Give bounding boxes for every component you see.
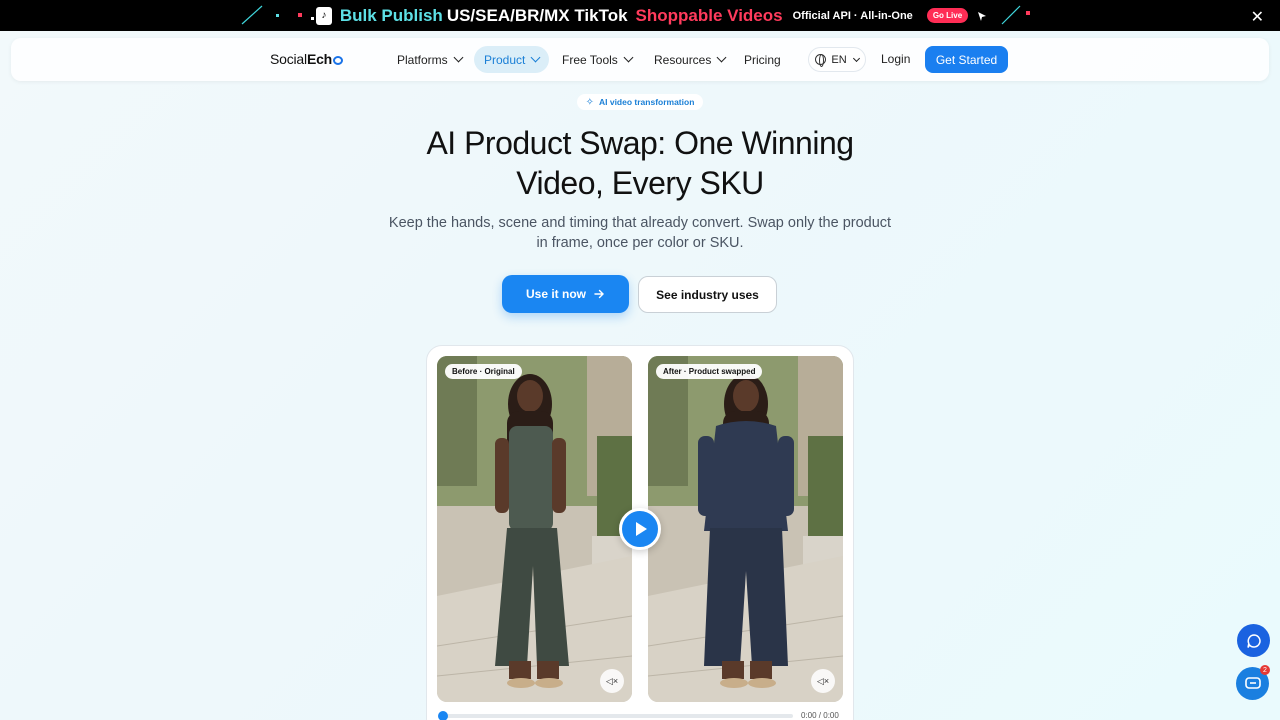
globe-icon (815, 54, 827, 67)
chevron-down-icon (716, 52, 727, 63)
promo-decoration-right (1001, 5, 1030, 25)
promo-text-shoppable: Shoppable Videos (635, 5, 783, 25)
nav-item-pricing[interactable]: Pricing (734, 46, 791, 73)
page-subtitle: Keep the hands, scene and timing that al… (380, 213, 900, 253)
promo-text-bulk: Bulk Publish (339, 5, 443, 25)
logo[interactable]: SocialEch (270, 51, 344, 67)
chat-button[interactable] (1237, 624, 1270, 657)
use-it-now-button[interactable]: Use it now (502, 275, 629, 313)
after-video-frame (648, 356, 843, 702)
chevron-down-icon (453, 52, 464, 63)
sparkle-icon: ✧ (585, 96, 594, 108)
after-label-badge: After · Product swapped (656, 364, 763, 379)
feature-pill-label: AI video transformation (598, 97, 695, 107)
before-video-panel[interactable]: Before · Original ◁× (437, 356, 632, 702)
logo-text-light: Social (270, 51, 307, 67)
mute-icon[interactable]: ◁× (600, 669, 624, 693)
nav-item-resources[interactable]: Resources (644, 46, 735, 73)
page-subtitle-line1: Keep the hands, scene and timing that al… (388, 215, 892, 231)
chat-bubble-icon (1246, 633, 1261, 648)
video-time: 0:00 / 0:00 (801, 711, 839, 720)
page-title: AI Product Swap: One Winning Video, Ever… (340, 123, 940, 203)
login-link[interactable]: Login (881, 52, 910, 66)
see-industry-uses-button[interactable]: See industry uses (638, 276, 777, 313)
promo-text-regions: US/SEA/BR/MX TikTok (446, 5, 628, 25)
chevron-down-icon (530, 52, 541, 63)
video-seek-bar[interactable] (441, 714, 793, 718)
cursor-icon (978, 11, 987, 21)
promo-banner[interactable]: ♪ Bulk Publish US/SEA/BR/MX TikTok Shopp… (0, 0, 1280, 31)
close-icon[interactable]: ✕ (1251, 7, 1264, 27)
page-title-line1: AI Product Swap: One Winning (426, 125, 854, 161)
before-label-badge: Before · Original (445, 364, 522, 379)
before-video-frame (437, 356, 632, 702)
chevron-down-icon (852, 54, 860, 62)
notification-badge: 2 (1260, 665, 1270, 675)
nav-item-label: Free Tools (562, 52, 618, 67)
get-started-button[interactable]: Get Started (925, 46, 1008, 73)
nav-item-product[interactable]: Product (474, 46, 550, 73)
page-title-line2: Video, Every SKU (516, 165, 764, 201)
nav-item-label: Product (484, 52, 526, 67)
arrow-right-icon (594, 289, 604, 299)
language-label: EN (831, 53, 847, 66)
use-it-now-label: Use it now (525, 287, 586, 301)
page-subtitle-line2: in frame, once per color or SKU. (536, 235, 744, 251)
nav-item-label: Platforms (397, 52, 448, 67)
play-icon (636, 522, 647, 536)
chevron-down-icon (623, 52, 634, 63)
after-video-panel[interactable]: After · Product swapped ◁× (648, 356, 843, 702)
promo-decoration (241, 5, 314, 25)
play-button[interactable] (619, 508, 661, 550)
nav-item-free-tools[interactable]: Free Tools (552, 46, 642, 73)
mute-icon[interactable]: ◁× (811, 669, 835, 693)
nav-item-label: Pricing (744, 52, 781, 67)
feature-pill: ✧ AI video transformation (577, 94, 703, 110)
go-live-badge: Go Live (926, 8, 969, 23)
logo-text-bold: Ech (306, 51, 333, 67)
language-selector[interactable]: EN (808, 47, 866, 72)
seek-handle[interactable] (438, 711, 448, 720)
nav-item-label: Resources (654, 52, 712, 67)
message-icon (1244, 676, 1261, 689)
logo-mark-icon (333, 56, 344, 65)
nav-item-platforms[interactable]: Platforms (387, 46, 472, 73)
promo-text-api: Official API · All-in-One (792, 9, 913, 22)
